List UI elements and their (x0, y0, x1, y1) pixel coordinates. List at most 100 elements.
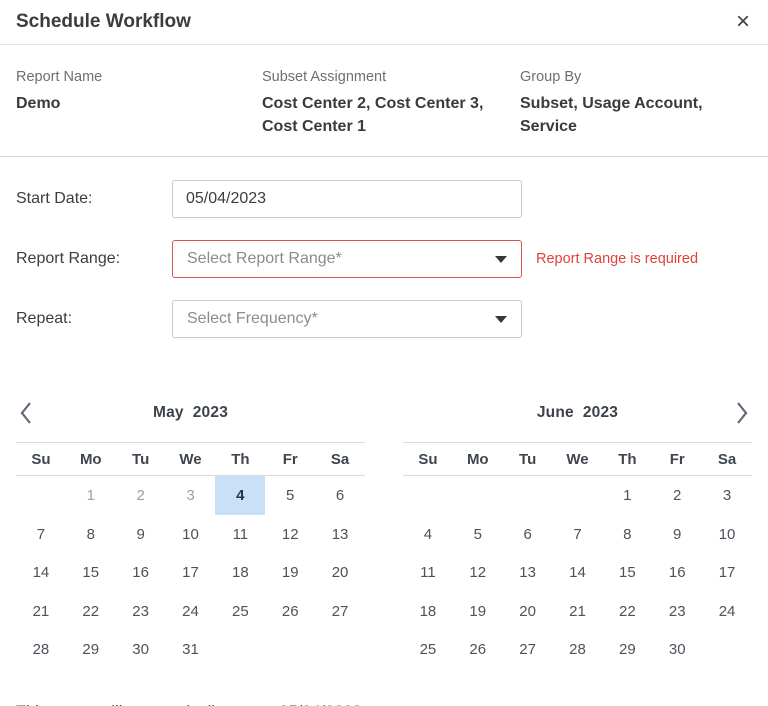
day-cell[interactable]: 8 (66, 515, 116, 554)
calendar-june-title: June2023 (537, 404, 618, 422)
day-cell[interactable]: 19 (265, 553, 315, 592)
weekday-label: Tu (116, 451, 166, 468)
calendar-may-header: May2023 (16, 398, 365, 428)
summary-group-by: Group By Subset, Usage Account, Service (520, 69, 752, 138)
repeat-label: Repeat: (16, 310, 172, 328)
day-cell[interactable]: 29 (66, 630, 116, 669)
day-cell[interactable]: 10 (702, 515, 752, 554)
weekday-label: Su (16, 451, 66, 468)
day-cell[interactable]: 17 (166, 553, 216, 592)
weekday-label: Mo (66, 451, 116, 468)
calendar-may: May2023 SuMoTuWeThFrSa 12345678910111213… (16, 398, 365, 669)
day-cell[interactable]: 5 (265, 476, 315, 515)
day-cell[interactable]: 24 (702, 592, 752, 631)
calendar-june-days: 1234567891011121314151617181920212223242… (403, 476, 752, 669)
repeat-select[interactable]: Select Frequency* (172, 300, 522, 338)
day-cell[interactable]: 2 (652, 476, 702, 515)
day-cell[interactable]: 12 (265, 515, 315, 554)
day-cell[interactable]: 1 (602, 476, 652, 515)
day-cell[interactable]: 22 (602, 592, 652, 631)
summary-report-name: Report Name Demo (16, 69, 262, 138)
day-cell[interactable]: 15 (66, 553, 116, 592)
day-cell[interactable]: 16 (652, 553, 702, 592)
day-cell[interactable]: 24 (166, 592, 216, 631)
day-cell[interactable]: 21 (553, 592, 603, 631)
chevron-down-icon (495, 256, 507, 263)
day-cell[interactable]: 4 (403, 515, 453, 554)
calendar-may-title: May2023 (153, 404, 228, 422)
empty-day-cell (553, 476, 603, 515)
day-cell[interactable]: 25 (215, 592, 265, 631)
day-cell[interactable]: 29 (602, 630, 652, 669)
start-date-input[interactable] (172, 180, 522, 218)
day-cell[interactable]: 9 (652, 515, 702, 554)
report-range-label: Report Range: (16, 250, 172, 268)
day-cell[interactable]: 9 (116, 515, 166, 554)
report-range-row: Report Range: Select Report Range* Repor… (16, 240, 752, 278)
weekday-label: Mo (453, 451, 503, 468)
close-icon[interactable]: × (734, 10, 752, 34)
day-cell[interactable]: 25 (403, 630, 453, 669)
day-cell[interactable]: 6 (315, 476, 365, 515)
day-cell[interactable]: 18 (215, 553, 265, 592)
day-cell[interactable]: 16 (116, 553, 166, 592)
day-cell[interactable]: 14 (553, 553, 603, 592)
report-name-label: Report Name (16, 69, 262, 85)
day-cell[interactable]: 5 (453, 515, 503, 554)
prev-month-icon[interactable] (18, 400, 34, 426)
day-cell[interactable]: 18 (403, 592, 453, 631)
start-date-label: Start Date: (16, 190, 172, 208)
weekday-label: Sa (702, 451, 752, 468)
weekday-label: Sa (315, 451, 365, 468)
day-cell[interactable]: 1 (66, 476, 116, 515)
day-cell[interactable]: 31 (166, 630, 216, 669)
day-cell[interactable]: 26 (265, 592, 315, 631)
day-cell[interactable]: 22 (66, 592, 116, 631)
group-by-value: Subset, Usage Account, Service (520, 92, 752, 138)
day-cell[interactable]: 11 (215, 515, 265, 554)
day-cell[interactable]: 3 (166, 476, 216, 515)
calendars-section: May2023 SuMoTuWeThFrSa 12345678910111213… (0, 360, 768, 669)
weekday-label: We (553, 451, 603, 468)
day-cell[interactable]: 13 (503, 553, 553, 592)
summary-section: Report Name Demo Subset Assignment Cost … (0, 45, 768, 157)
day-cell[interactable]: 28 (553, 630, 603, 669)
day-cell[interactable]: 17 (702, 553, 752, 592)
day-cell[interactable]: 20 (315, 553, 365, 592)
day-cell[interactable]: 7 (553, 515, 603, 554)
day-cell[interactable]: 12 (453, 553, 503, 592)
day-cell[interactable]: 8 (602, 515, 652, 554)
report-range-error: Report Range is required (536, 251, 698, 267)
weekday-label: Fr (652, 451, 702, 468)
day-cell[interactable]: 21 (16, 592, 66, 631)
day-cell[interactable]: 19 (453, 592, 503, 631)
day-cell[interactable]: 3 (702, 476, 752, 515)
day-cell[interactable]: 10 (166, 515, 216, 554)
day-cell[interactable]: 15 (602, 553, 652, 592)
day-cell[interactable]: 27 (503, 630, 553, 669)
day-cell[interactable]: 2 (116, 476, 166, 515)
schedule-workflow-modal: Schedule Workflow × Report Name Demo Sub… (0, 0, 768, 706)
subset-assignment-value: Cost Center 2, Cost Center 3, Cost Cente… (262, 92, 520, 138)
day-cell[interactable]: 23 (116, 592, 166, 631)
day-cell[interactable]: 26 (453, 630, 503, 669)
day-cell[interactable]: 27 (315, 592, 365, 631)
chevron-down-icon (495, 316, 507, 323)
day-cell[interactable]: 28 (16, 630, 66, 669)
next-month-icon[interactable] (734, 400, 750, 426)
report-range-select[interactable]: Select Report Range* (172, 240, 522, 278)
empty-day-cell (453, 476, 503, 515)
day-cell[interactable]: 30 (652, 630, 702, 669)
day-cell[interactable]: 14 (16, 553, 66, 592)
empty-day-cell (16, 476, 66, 515)
day-cell[interactable]: 11 (403, 553, 453, 592)
day-cell[interactable]: 6 (503, 515, 553, 554)
day-cell[interactable]: 30 (116, 630, 166, 669)
summary-subset-assignment: Subset Assignment Cost Center 2, Cost Ce… (262, 69, 520, 138)
day-cell[interactable]: 20 (503, 592, 553, 631)
day-cell[interactable]: 13 (315, 515, 365, 554)
day-cell[interactable]: 23 (652, 592, 702, 631)
day-cell-selected[interactable]: 4 (215, 476, 265, 515)
repeat-placeholder: Select Frequency* (187, 310, 318, 328)
day-cell[interactable]: 7 (16, 515, 66, 554)
